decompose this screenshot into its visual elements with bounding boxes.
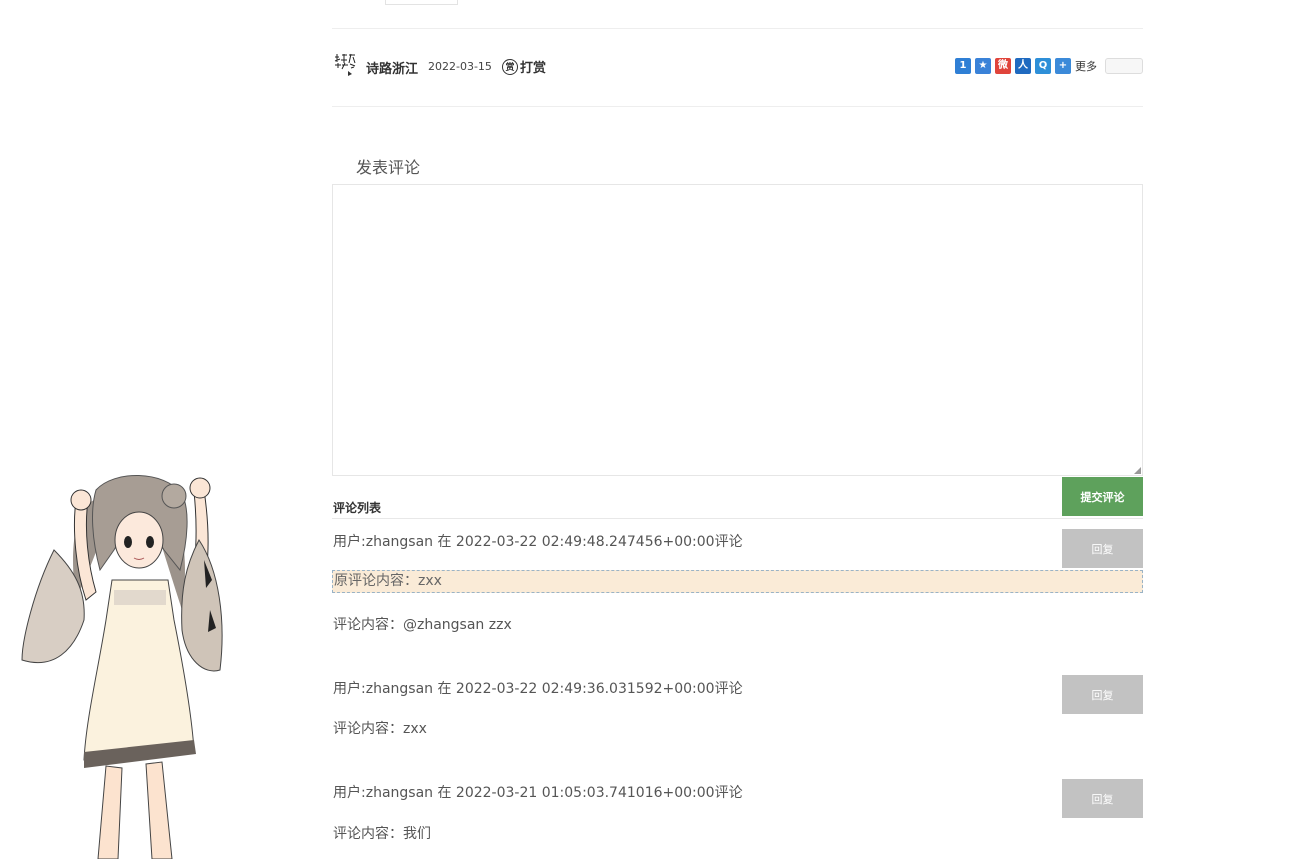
article-author-bar: 诗路浙江 2022-03-15 赏 打赏 1 ★ 微 人 Q + 更多 bbox=[332, 48, 1143, 84]
comment-textarea[interactable] bbox=[332, 184, 1143, 476]
comment-list-title: 评论列表 bbox=[333, 501, 382, 515]
share-toolbar: 1 ★ 微 人 Q + 更多 bbox=[955, 58, 1143, 74]
submit-comment-button[interactable]: 提交评论 bbox=[1062, 477, 1143, 516]
share-more-icon[interactable]: + bbox=[1055, 58, 1071, 74]
divider-bottom bbox=[332, 106, 1143, 107]
textarea-resize-handle[interactable] bbox=[1134, 467, 1141, 474]
comment-list-divider bbox=[332, 518, 1143, 519]
comment-meta: 用户:zhangsan 在 2022-03-22 02:49:36.031592… bbox=[333, 681, 743, 697]
mascot-character[interactable] bbox=[14, 470, 230, 859]
comment-body: 评论内容：@zhangsan zzx bbox=[333, 617, 512, 633]
comment-meta: 用户:zhangsan 在 2022-03-21 01:05:03.741016… bbox=[333, 785, 743, 801]
comment-body: 评论内容：zxx bbox=[333, 721, 427, 737]
reply-button[interactable]: 回复 bbox=[1062, 675, 1143, 714]
share-counter bbox=[1105, 58, 1143, 74]
share-more-label[interactable]: 更多 bbox=[1075, 58, 1097, 74]
author-name[interactable]: 诗路浙江 bbox=[366, 58, 418, 77]
reply-button[interactable]: 回复 bbox=[1062, 779, 1143, 818]
quoted-comment: 原评论内容：zxx bbox=[332, 570, 1143, 593]
share-renren-icon[interactable]: 人 bbox=[1015, 58, 1031, 74]
top-button-stub bbox=[385, 0, 458, 5]
share-qzone-icon[interactable]: 1 bbox=[955, 58, 971, 74]
reply-button[interactable]: 回复 bbox=[1062, 529, 1143, 568]
share-tqq-icon[interactable]: Q bbox=[1035, 58, 1051, 74]
divider-top bbox=[332, 28, 1143, 29]
post-date: 2022-03-15 bbox=[428, 60, 492, 73]
author-avatar[interactable] bbox=[332, 51, 358, 77]
comment-body: 评论内容：我们 bbox=[333, 826, 431, 842]
share-weibo-icon[interactable]: 微 bbox=[995, 58, 1011, 74]
comment-meta: 用户:zhangsan 在 2022-03-22 02:49:48.247456… bbox=[333, 534, 743, 550]
comment-form-heading: 发表评论 bbox=[356, 158, 421, 177]
reward-label: 打赏 bbox=[520, 61, 547, 76]
reward-icon: 赏 bbox=[502, 58, 518, 75]
reward-button[interactable]: 赏 打赏 bbox=[502, 57, 546, 76]
share-favorite-icon[interactable]: ★ bbox=[975, 58, 991, 74]
